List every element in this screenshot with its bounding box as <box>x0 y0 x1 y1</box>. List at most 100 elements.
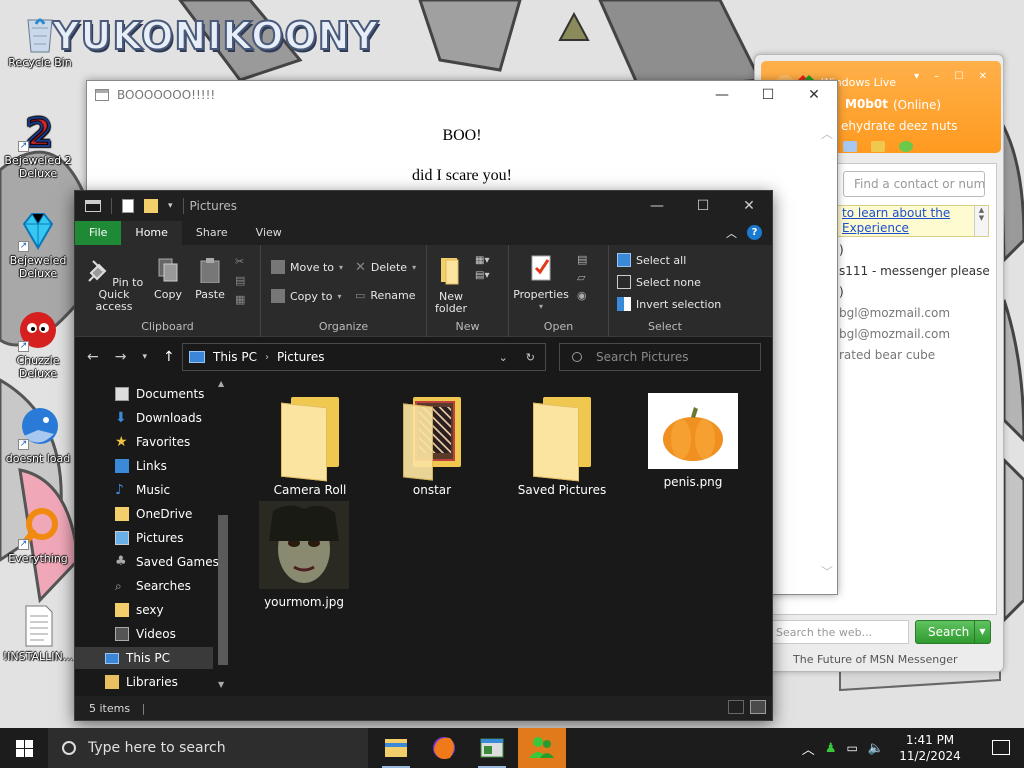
tray-expand-chevron-icon[interactable]: ︿ <box>802 739 815 758</box>
new-item-icon[interactable]: ▦▾ <box>475 255 489 266</box>
select-all-button[interactable]: Select all <box>617 253 686 267</box>
properties-button[interactable]: Properties ▾ <box>513 253 569 313</box>
scroll-down-icon[interactable]: ▼ <box>218 680 224 689</box>
rename-button[interactable]: ▭ Rename <box>355 289 416 302</box>
nav-item-music[interactable]: ♪ Music <box>115 479 170 501</box>
tray-messenger-icon[interactable]: ♟ <box>825 741 837 756</box>
file-item-penis-png[interactable]: penis.png <box>638 393 748 489</box>
taskbar-search-box[interactable]: Type here to search <box>48 728 368 768</box>
web-search-input[interactable]: Search the web... <box>769 620 909 644</box>
refresh-icon[interactable]: ↻ <box>526 351 535 364</box>
web-search-button[interactable]: Search ▼ <box>915 620 991 644</box>
desktop-icon-recycle-bin[interactable]: Recycle Bin <box>2 10 78 69</box>
breadcrumb-this-pc[interactable]: This PC <box>213 350 257 364</box>
collapse-ribbon-icon[interactable]: ︿ <box>726 225 737 245</box>
up-arrow-icon[interactable]: ↑ <box>163 349 175 365</box>
tab-share[interactable]: Share <box>182 221 242 245</box>
nav-item-videos[interactable]: Videos <box>115 623 176 645</box>
close-button[interactable]: ✕ <box>726 198 772 214</box>
contact-item[interactable]: ) <box>839 243 844 257</box>
help-icon[interactable]: ? <box>747 225 762 240</box>
cut-icon[interactable]: ✂ <box>235 255 245 268</box>
desktop-icon-installing-txt[interactable]: !INSTALLIN... <box>0 604 76 663</box>
scrollbar-thumb[interactable] <box>218 515 228 665</box>
nav-item-pictures[interactable]: Pictures <box>115 527 184 549</box>
contact-item[interactable]: bgl@mozmail.com <box>839 306 950 320</box>
nav-item-this-pc[interactable]: This PC <box>75 647 213 669</box>
nav-item-onedrive[interactable]: OneDrive <box>115 503 192 525</box>
ad-link[interactable]: to learn about the <box>842 206 950 220</box>
forward-arrow-icon[interactable]: → <box>115 349 127 365</box>
pin-quick-access-button[interactable]: Pin to Quick access <box>81 257 147 313</box>
search-pictures-input[interactable]: Search Pictures <box>559 343 761 371</box>
maximize-button[interactable]: ☐ <box>680 198 726 214</box>
find-contact-input[interactable]: Find a contact or number <box>843 171 985 197</box>
minimize-button[interactable]: — <box>634 198 680 214</box>
breadcrumb-separator-icon[interactable]: › <box>265 352 269 363</box>
taskbar-clock[interactable]: 1:41 PM 11/2/2024 <box>890 732 970 764</box>
contact-item[interactable]: ) <box>839 285 844 299</box>
folder-icon[interactable] <box>871 141 885 152</box>
taskbar-messenger[interactable] <box>518 728 566 768</box>
history-icon[interactable]: ◉ <box>577 289 587 302</box>
desktop-icon-bejeweled-2[interactable]: 2 ↗ Bejeweled 2 Deluxe <box>0 108 76 180</box>
minimize-button[interactable]: — <box>699 87 745 103</box>
easy-access-icon[interactable]: ▤▾ <box>475 270 489 281</box>
delete-button[interactable]: ✕ Delete ▾ <box>355 260 416 275</box>
contact-item[interactable]: bgl@mozmail.com <box>839 327 950 341</box>
scroll-down-icon[interactable]: ﹀ <box>821 563 833 580</box>
tab-file[interactable]: File <box>75 221 122 245</box>
file-item-onstar[interactable]: onstar <box>377 397 487 497</box>
taskbar-firefox[interactable] <box>420 728 468 768</box>
recent-locations-chevron-icon[interactable]: ▾ <box>142 349 147 365</box>
paste-shortcut-icon[interactable]: ▦ <box>235 293 245 306</box>
copy-to-button[interactable]: Copy to ▾ <box>271 289 341 303</box>
breadcrumb-pictures[interactable]: Pictures <box>277 350 325 364</box>
contact-item[interactable]: s111 - messenger please <box>839 264 990 278</box>
taskbar-file-explorer[interactable] <box>372 728 420 768</box>
move-to-button[interactable]: Move to ▾ <box>271 260 343 274</box>
chevron-down-icon[interactable]: ▾ <box>168 201 173 211</box>
nav-item-favorites[interactable]: ★ Favorites <box>115 431 190 453</box>
file-item-camera-roll[interactable]: Camera Roll <box>255 397 365 497</box>
spaces-icon[interactable] <box>899 141 913 152</box>
messenger-display-name[interactable]: M0b0t <box>845 97 888 111</box>
nav-item-sexy[interactable]: sexy <box>115 599 164 621</box>
desktop-icon-doesnt-load[interactable]: ↗ doesnt load <box>0 406 76 465</box>
open-icon[interactable]: ▤ <box>577 253 587 266</box>
file-item-saved-pictures[interactable]: Saved Pictures <box>507 397 617 497</box>
tab-view[interactable]: View <box>242 221 296 245</box>
contact-item[interactable]: rated bear cube <box>839 348 935 362</box>
properties-icon[interactable] <box>122 199 134 213</box>
nav-item-downloads[interactable]: ⬇ Downloads <box>115 407 202 429</box>
nav-item-saved-games[interactable]: ♣ Saved Games <box>115 551 219 573</box>
navigation-pane-scrollbar[interactable]: ▲ ▼ <box>215 379 231 689</box>
messenger-status[interactable]: (Online) <box>893 98 941 112</box>
close-button[interactable]: ✕ <box>791 87 837 103</box>
details-view-icon[interactable] <box>728 700 744 714</box>
chevron-down-icon[interactable]: ⌄ <box>499 351 508 364</box>
desktop-icon-everything[interactable]: ↗ Everything <box>0 506 76 565</box>
new-folder-icon[interactable] <box>144 199 158 213</box>
desktop-icon-bejeweled[interactable]: ↗ Bejeweled Deluxe <box>0 208 76 280</box>
nav-item-searches[interactable]: ⌕ Searches <box>115 575 191 597</box>
invert-selection-button[interactable]: Invert selection <box>617 297 721 311</box>
tab-home[interactable]: Home <box>121 221 182 245</box>
address-bar[interactable]: This PC › Pictures ⌄ ↻ <box>182 343 546 371</box>
messenger-window-controls[interactable]: ▾ – ☐ ✕ <box>914 71 993 82</box>
copy-path-icon[interactable]: ▤ <box>235 274 245 287</box>
start-button[interactable] <box>0 728 48 768</box>
ad-link-experience[interactable]: Experience <box>842 221 909 235</box>
select-none-button[interactable]: Select none <box>617 275 701 289</box>
large-icons-view-icon[interactable] <box>750 700 766 714</box>
nav-item-libraries[interactable]: Libraries <box>105 671 178 693</box>
paste-button[interactable]: Paste <box>195 257 225 301</box>
ad-scrollbar[interactable]: ▲ ▼ <box>974 206 988 236</box>
network-icon[interactable]: ▭ <box>846 741 857 755</box>
nav-item-documents[interactable]: Documents <box>115 383 204 405</box>
back-arrow-icon[interactable]: ← <box>87 349 99 365</box>
nav-item-links[interactable]: Links <box>115 455 167 477</box>
notifications-icon[interactable] <box>992 740 1010 755</box>
volume-icon[interactable]: 🔈 <box>868 741 884 756</box>
chevron-down-icon[interactable]: ▼ <box>974 621 990 643</box>
